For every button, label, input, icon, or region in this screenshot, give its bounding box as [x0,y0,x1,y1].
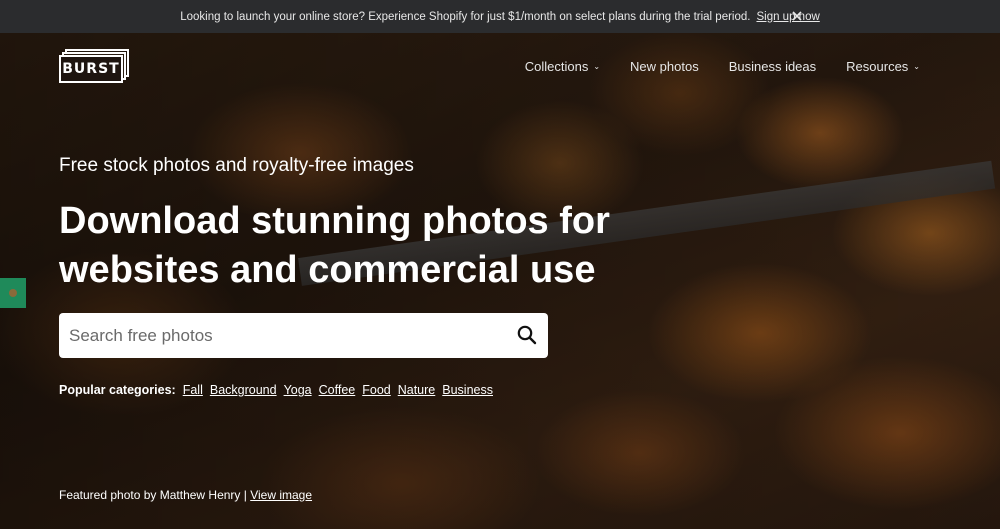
hero-subtitle: Free stock photos and royalty-free image… [59,155,414,176]
nav-label: Collections [524,59,589,74]
hero-content: Free stock photos and royalty-free image… [0,33,1000,529]
badge-icon [9,289,17,297]
close-icon[interactable] [790,9,804,23]
burst-logo[interactable]: BURST [59,49,129,83]
category-link-background[interactable]: Background [210,383,277,397]
nav-label: New photos [630,59,699,74]
category-link-fall[interactable]: Fall [183,383,203,397]
promo-text: Looking to launch your online store? Exp… [180,10,751,23]
featured-photo-credit: Featured photo by Matthew Henry | View i… [59,488,312,502]
site-header: BURST Collections ⌄ New photos Business … [0,33,1000,101]
category-link-food[interactable]: Food [362,383,391,397]
categories-label: Popular categories: [59,383,176,397]
nav-label: Business ideas [728,59,817,74]
popular-categories: Popular categories: Fall Background Yoga… [59,383,500,397]
promo-bar: Looking to launch your online store? Exp… [0,0,1000,33]
view-image-link[interactable]: View image [250,488,312,502]
featured-text: Featured photo by Matthew Henry | [59,488,251,502]
search-icon[interactable] [517,325,537,345]
nav-collections[interactable]: Collections ⌄ [525,59,600,74]
main-nav: Collections ⌄ New photos Business ideas … [495,59,920,74]
logo-text: BURST [59,55,123,83]
nav-resources[interactable]: Resources ⌄ [846,59,920,74]
category-link-business[interactable]: Business [442,383,493,397]
nav-business-ideas[interactable]: Business ideas [729,59,816,74]
nav-label: Resources [846,59,909,74]
search-input[interactable] [69,325,489,346]
sign-up-link[interactable]: Sign up now [756,11,819,23]
category-link-coffee[interactable]: Coffee [319,383,356,397]
hero-headline: Download stunning photos for websites an… [59,200,610,291]
category-link-nature[interactable]: Nature [398,383,436,397]
side-feedback-tab[interactable] [0,278,26,308]
chevron-down-icon: ⌄ [593,62,601,71]
category-link-yoga[interactable]: Yoga [284,383,312,397]
search-bar [59,313,548,358]
chevron-down-icon: ⌄ [913,62,920,71]
nav-new-photos[interactable]: New photos [630,59,699,74]
